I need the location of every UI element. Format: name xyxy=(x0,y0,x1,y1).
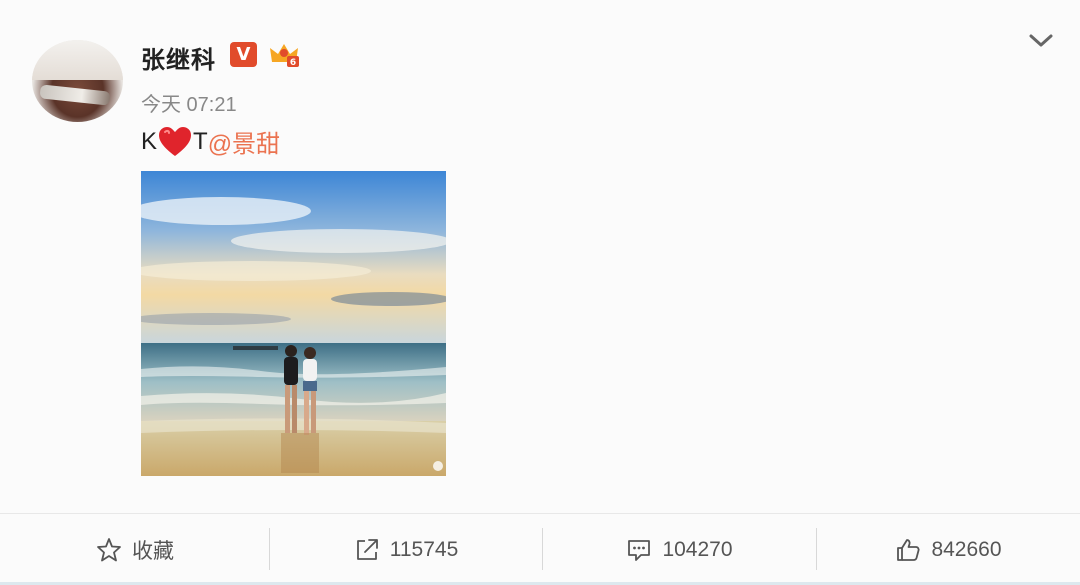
mention-link[interactable]: @景甜 xyxy=(208,124,280,159)
post-photo[interactable] xyxy=(141,171,446,476)
post-text-prefix: K xyxy=(141,127,158,155)
repost-count: 115745 xyxy=(389,538,459,561)
heart-icon xyxy=(159,126,192,156)
favorite-button[interactable]: 收藏 xyxy=(0,514,270,585)
verified-badge-icon: V xyxy=(230,42,257,67)
thumbs-up-icon xyxy=(897,539,920,561)
like-button[interactable]: 842660 xyxy=(817,514,1080,585)
favorite-label: 收藏 xyxy=(132,540,174,563)
post-text: K T @景甜 xyxy=(141,124,280,159)
chevron-down-icon[interactable] xyxy=(1028,30,1054,50)
like-count: 842660 xyxy=(931,538,1002,561)
post-text-middle: T xyxy=(193,127,208,155)
comment-count: 104270 xyxy=(662,538,733,561)
repost-icon xyxy=(356,539,378,560)
user-avatar[interactable] xyxy=(32,40,123,122)
comment-icon xyxy=(628,540,651,561)
username[interactable]: 张继科 xyxy=(141,40,216,75)
star-icon xyxy=(97,538,121,562)
comment-button[interactable]: 104270 xyxy=(543,514,816,585)
weibo-post-card: 张继科 V 6 今天 07:21 K T @景甜 收藏 115745 10427… xyxy=(0,0,1080,585)
post-time[interactable]: 今天 07:21 xyxy=(141,88,237,117)
repost-button[interactable]: 115745 xyxy=(270,514,542,585)
svg-text:6: 6 xyxy=(290,58,296,68)
vip-level-icon: 6 xyxy=(270,44,299,68)
action-bar: 收藏 115745 104270 842660 xyxy=(0,513,1080,585)
